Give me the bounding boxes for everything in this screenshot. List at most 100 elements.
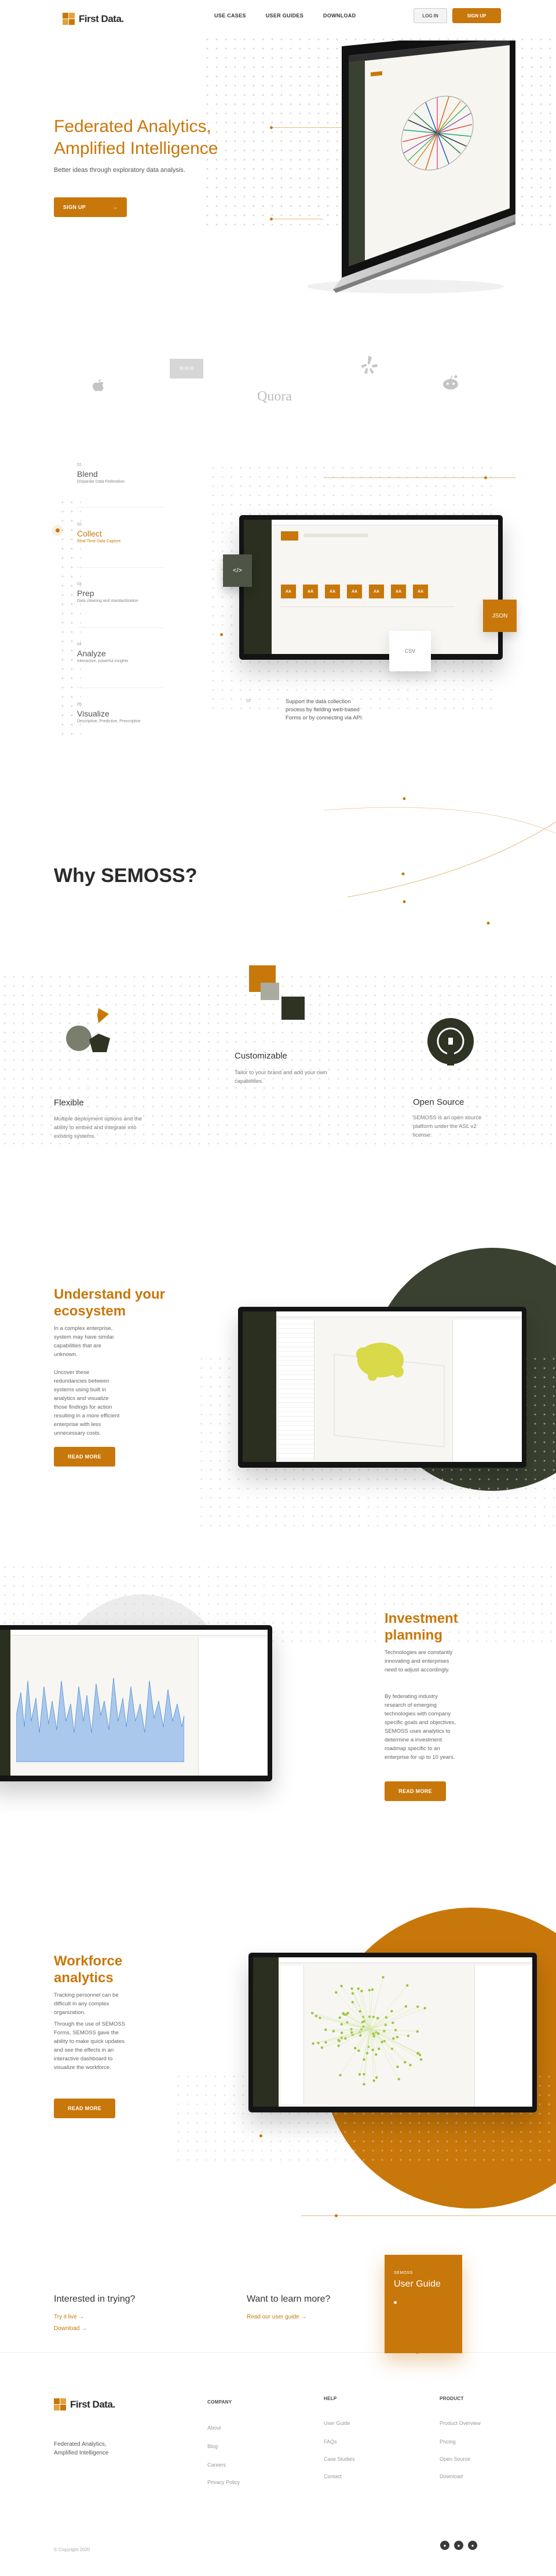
footer-link-contact[interactable]: Contact — [324, 2474, 342, 2479]
signup-button[interactable]: SIGN UP — [452, 8, 501, 23]
graph-node — [359, 2034, 362, 2037]
graph-node — [312, 2042, 314, 2045]
graph-node — [368, 1989, 371, 1991]
step-analyze[interactable]: 04 Analyze Interactive, powerful insight… — [77, 642, 152, 663]
feature-desc-customizable: Tailor to your brand and add your own ca… — [235, 1070, 327, 1085]
graph-node — [418, 2053, 422, 2056]
nav-download[interactable]: DOWNLOAD — [323, 13, 356, 19]
social-link-icon[interactable]: ● — [440, 2541, 449, 2550]
workforce-read-more-button[interactable]: READ MORE — [54, 2099, 115, 2118]
graph-node — [377, 2047, 381, 2050]
footer-link-pricing[interactable]: Pricing — [440, 2439, 456, 2445]
graph-edge — [352, 1988, 371, 2030]
step-desc: Disparate Data Federation — [77, 480, 125, 484]
field-tile[interactable]: AA — [347, 585, 362, 598]
graph-node — [324, 2041, 327, 2044]
step-number: 02 — [77, 523, 82, 527]
arrow-right-icon: → — [112, 204, 118, 210]
step-title: Visualize — [77, 709, 109, 718]
field-tile[interactable]: AA — [369, 585, 384, 598]
step-number: 01 — [77, 463, 82, 467]
graph-node — [332, 2030, 335, 2033]
form-header-block — [281, 531, 298, 541]
3d-scatter-chart — [334, 1343, 445, 1447]
graph-node — [409, 2063, 412, 2067]
reddit-logo-icon — [441, 375, 460, 394]
step-blend[interactable]: 01 Blend Disparate Data Federation — [77, 463, 152, 484]
field-tile[interactable]: AA — [413, 585, 428, 598]
yelp-logo-icon — [361, 356, 379, 378]
page: First Data. USE CASES USER GUIDES DOWNLO… — [0, 0, 556, 2576]
brand-name: First Data. — [70, 2399, 115, 2410]
nav-use-cases[interactable]: USE CASES — [214, 13, 246, 19]
graph-edge — [370, 2011, 392, 2030]
graph-node — [404, 2005, 408, 2008]
brand-logo[interactable]: First Data. — [63, 13, 124, 25]
field-tile[interactable]: AA — [281, 585, 296, 598]
why-decor-arcs — [324, 797, 556, 925]
try-live-link[interactable]: Try it live → — [54, 2314, 84, 2320]
footer-link-blog[interactable]: Blog — [207, 2443, 218, 2449]
graph-node — [320, 2046, 324, 2049]
main-nav: USE CASES USER GUIDES DOWNLOAD — [214, 13, 356, 19]
step-divider — [77, 507, 164, 508]
footer-link-careers[interactable]: Careers — [207, 2462, 226, 2468]
graph-node — [351, 2001, 354, 2004]
customizable-block-grey — [261, 983, 279, 1000]
app-toolbar — [276, 1311, 522, 1317]
download-link[interactable]: Download → — [54, 2325, 87, 2332]
step-desc: Interactive, powerful insights — [77, 659, 129, 663]
timeseries-app — [0, 1630, 268, 1776]
footer-link-faqs[interactable]: FAQs — [324, 2439, 337, 2445]
ecosystem-title: Understand your ecosystem — [54, 1287, 166, 1319]
footer-link-open-source[interactable]: Open Source — [440, 2456, 470, 2462]
graph-node — [404, 2061, 407, 2064]
nav-user-guides[interactable]: USER GUIDES — [266, 13, 303, 19]
login-button[interactable]: LOG IN — [414, 8, 447, 23]
settings-panel — [474, 1965, 532, 2107]
footer-link-about[interactable]: About — [207, 2425, 221, 2431]
user-guide-card[interactable]: SEMOSS User Guide — [385, 2255, 462, 2353]
graph-node — [406, 1984, 409, 1987]
collect-caption: Support the data collection process by f… — [286, 699, 364, 721]
footer-link-download[interactable]: Download — [440, 2474, 463, 2479]
social-link-icon[interactable]: ● — [454, 2541, 463, 2550]
footer-logo[interactable]: First Data. — [54, 2398, 115, 2411]
github-icon[interactable]: ● — [468, 2541, 477, 2550]
hero-title: Federated Analytics, Amplified Intellige… — [54, 117, 218, 158]
logo-mark-icon — [63, 13, 75, 25]
user-guide-link[interactable]: Read our user guide → — [247, 2314, 306, 2320]
json-badge: JSON — [483, 600, 517, 632]
workforce-title: Workforce analytics — [54, 1953, 123, 1986]
step-prep[interactable]: 03 Prep Data cleaning and standardizatio… — [77, 582, 152, 603]
footer-link-product-overview[interactable]: Product Overview — [440, 2420, 481, 2426]
customizable-block-dark — [281, 997, 305, 1020]
cta-accent-dot — [335, 2214, 338, 2217]
step-title: Analyze — [77, 649, 106, 658]
step-collect[interactable]: 02 Collect Real-Time Data Capture — [77, 523, 152, 543]
step-title: Prep — [77, 589, 94, 598]
field-tile[interactable]: AA — [325, 585, 340, 598]
graph-edge — [370, 2006, 407, 2030]
copyright: © Copyright 2020 — [54, 2547, 90, 2552]
hero-signup-button[interactable]: SIGN UP → — [54, 197, 127, 217]
investment-read-more-button[interactable]: READ MORE — [385, 1781, 446, 1801]
field-tile[interactable]: AA — [303, 585, 318, 598]
graph-node — [363, 2058, 365, 2061]
investment-demo-screen — [0, 1625, 272, 1781]
steps-accent-dot-2 — [220, 633, 223, 636]
graph-node — [376, 2016, 379, 2020]
app-sidebar — [253, 1957, 279, 2107]
feature-desc-flexible: Multiple deployment options and the abil… — [54, 1116, 142, 1140]
footer-link-privacy[interactable]: Privacy Policy — [207, 2479, 240, 2485]
footer-link-case-studies[interactable]: Case Studies — [324, 2456, 355, 2462]
ecosystem-read-more-button[interactable]: READ MORE — [54, 1447, 115, 1467]
settings-panel — [198, 1638, 268, 1776]
field-tile[interactable]: AA — [391, 585, 406, 598]
footer-link-user-guide[interactable]: User Guide — [324, 2420, 350, 2426]
graph-node — [375, 2076, 378, 2079]
graph-node — [372, 2079, 375, 2082]
graph-edge — [338, 2029, 371, 2046]
step-visualize[interactable]: 05 Visualize Descriptive, Predictive, Pr… — [77, 703, 152, 723]
data-table-panel — [279, 1320, 314, 1460]
